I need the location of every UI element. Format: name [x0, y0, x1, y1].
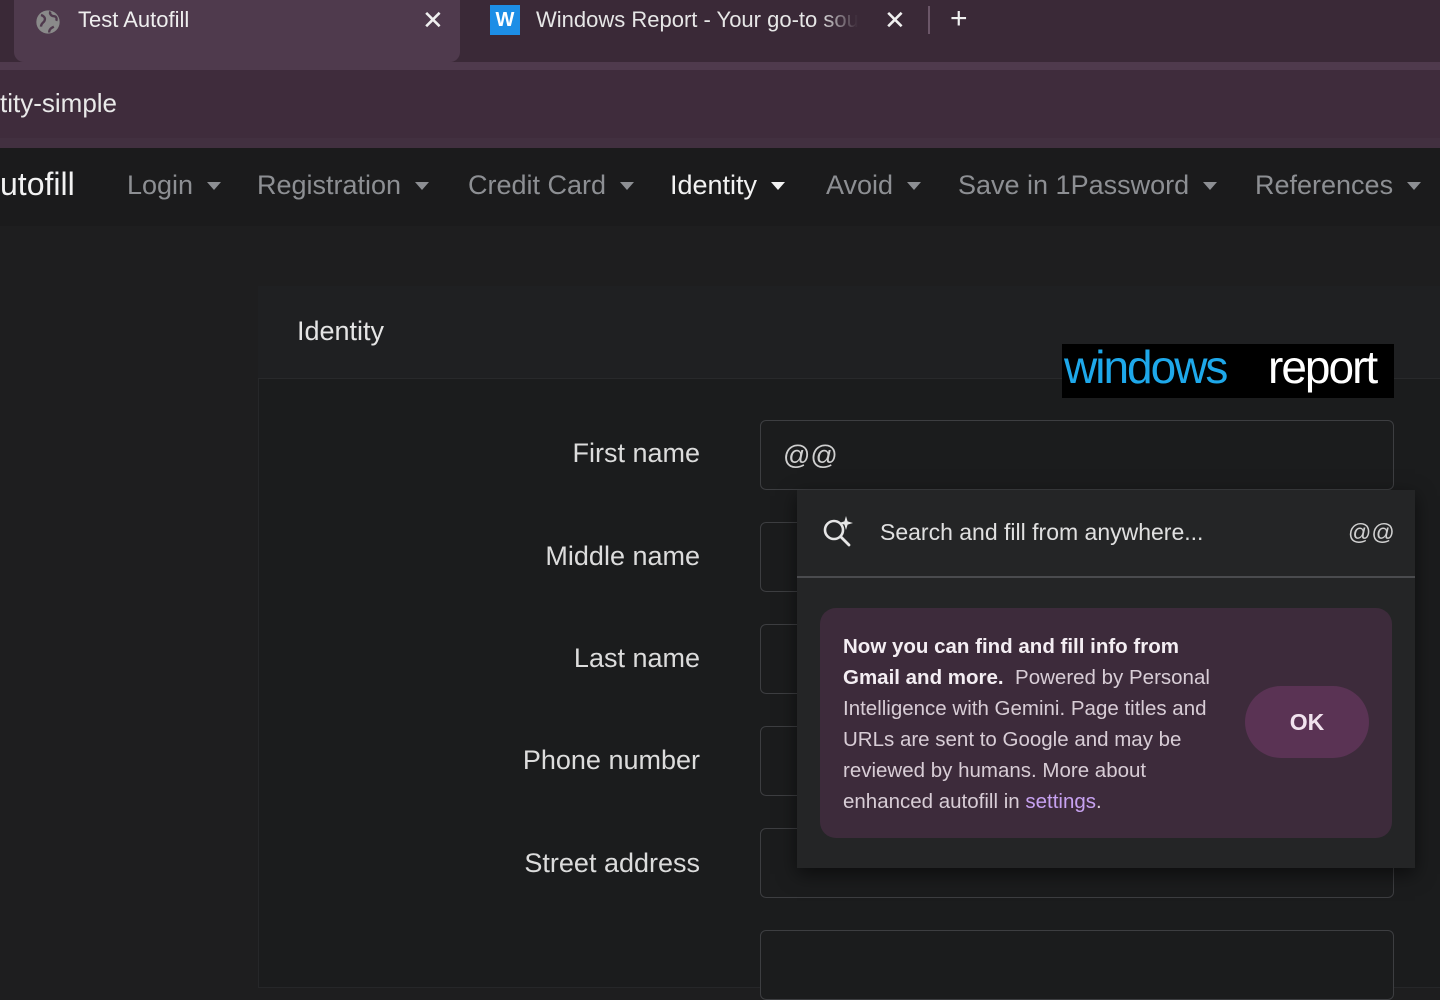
nav-label: Login: [127, 170, 194, 200]
caret-down-icon: [907, 182, 922, 190]
card-title: Identity: [297, 316, 385, 346]
next-address-input[interactable]: [760, 930, 1394, 1000]
nav-login[interactable]: Login: [127, 170, 222, 201]
promo-end: .: [1096, 790, 1102, 813]
nav-label: Avoid: [826, 170, 894, 200]
nav-registration[interactable]: Registration: [257, 170, 430, 201]
globe-icon: [36, 10, 60, 34]
tab-windows-report[interactable]: W Windows Report - Your go-to source ✕: [476, 0, 916, 56]
nav-identity[interactable]: Identity: [670, 170, 786, 201]
caret-down-icon: [1407, 182, 1422, 190]
nav-label: Save in 1Password: [958, 170, 1190, 200]
autofill-search-shortcut: @@: [1348, 519, 1395, 545]
nav-avoid[interactable]: Avoid: [826, 170, 922, 201]
address-bar[interactable]: [0, 70, 1440, 138]
sparkle-search-icon: [823, 516, 853, 547]
new-tab-button[interactable]: +: [950, 2, 968, 36]
nav-references[interactable]: References: [1255, 170, 1422, 201]
close-tab-icon[interactable]: ✕: [422, 6, 444, 34]
settings-link[interactable]: settings: [1025, 790, 1096, 813]
label-last-name: Last name: [573, 643, 700, 673]
close-tab-icon[interactable]: ✕: [884, 6, 906, 34]
caret-down-icon: [620, 182, 635, 190]
windows-report-favicon: W: [490, 5, 520, 35]
label-phone-number: Phone number: [522, 745, 700, 775]
address-bar-url[interactable]: tity-simple: [0, 88, 117, 119]
nav-save-in-1password[interactable]: Save in 1Password: [958, 170, 1218, 201]
nav-label: Registration: [257, 170, 402, 200]
tab-separator: [928, 6, 930, 34]
site-brand[interactable]: utofill: [0, 166, 75, 203]
caret-down-icon: [1203, 182, 1218, 190]
promo-message: Now you can find and fill info from Gmai…: [843, 631, 1233, 817]
tab-title: Windows Report - Your go-to source: [536, 7, 858, 32]
caret-down-icon: [771, 182, 786, 190]
nav-label: Identity: [670, 170, 758, 200]
tab-title: Test Autofill: [78, 7, 190, 32]
windows-report-logo: windows report: [1062, 341, 1394, 398]
logo-text-windows: windows: [1064, 341, 1228, 393]
caret-down-icon: [415, 182, 430, 190]
caret-down-icon: [207, 182, 222, 190]
first-name-value[interactable]: @@: [783, 440, 838, 471]
nav-label: Credit Card: [468, 170, 607, 200]
ok-button[interactable]: OK: [1245, 686, 1369, 758]
tab-test-autofill[interactable]: Test Autofill ✕: [14, 0, 460, 62]
first-name-input[interactable]: [760, 420, 1394, 490]
nav-label: References: [1255, 170, 1394, 200]
label-middle-name: Middle name: [545, 541, 700, 571]
autofill-search-text[interactable]: Search and fill from anywhere...: [880, 519, 1203, 546]
label-street-address: Street address: [524, 848, 700, 878]
nav-credit-card[interactable]: Credit Card: [468, 170, 635, 201]
logo-text-report: report: [1268, 341, 1378, 393]
label-first-name: First name: [572, 438, 700, 468]
